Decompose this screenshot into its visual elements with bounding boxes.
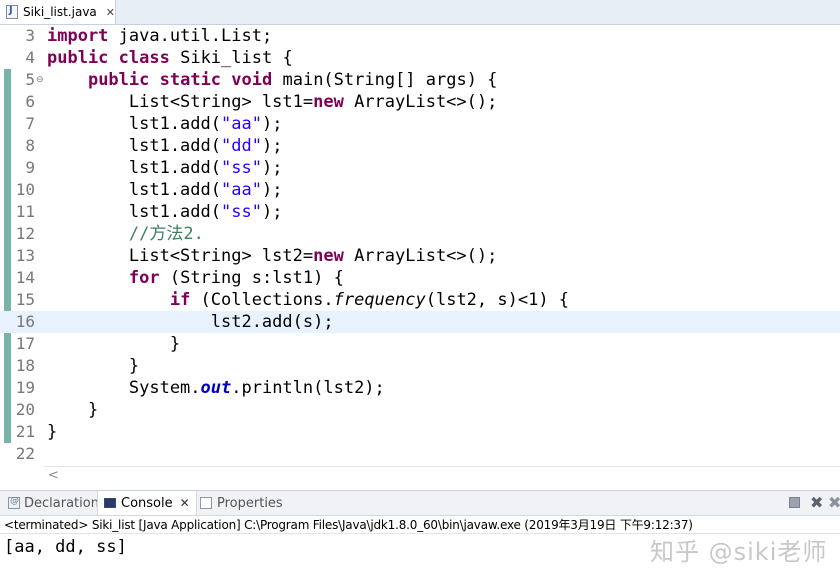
code-text: } — [47, 400, 99, 420]
code-text: List<String> lst1=new ArrayList<>(); — [47, 92, 498, 112]
code-text: List<String> lst2=new ArrayList<>(); — [47, 246, 498, 266]
fold-collapse-icon[interactable]: ⊖ — [36, 69, 44, 91]
editor-tab-label: Siki_list.java — [22, 5, 97, 19]
java-file-icon — [6, 5, 18, 19]
code-line[interactable]: 19 System.out.println(lst2); — [0, 377, 840, 399]
line-number: 11 — [15, 202, 35, 221]
line-number: 3 — [25, 26, 35, 45]
code-text: lst1.add("ss"); — [47, 158, 283, 178]
code-text: } — [47, 334, 181, 354]
tab-properties-label: Properties — [217, 495, 283, 511]
remove-all-terminated-icon[interactable]: ✖ — [828, 493, 840, 512]
line-number: 13 — [15, 246, 35, 265]
line-number: 15 — [15, 290, 35, 309]
console-status: <terminated> Siki_list [Java Application… — [4, 518, 693, 532]
code-text: lst1.add("ss"); — [47, 202, 283, 222]
line-number: 18 — [15, 356, 35, 375]
watermark: 知乎 @siki老师 — [650, 538, 828, 566]
code-line[interactable]: 21} — [0, 421, 840, 443]
tab-declaration-label: Declaration — [24, 495, 99, 511]
tab-declaration[interactable]: Declaration — [4, 491, 103, 515]
line-number: 4 — [25, 48, 35, 67]
scroll-left-arrow-icon[interactable]: < — [48, 468, 59, 483]
code-text: lst1.add("aa"); — [47, 180, 283, 200]
code-line[interactable]: 6 List<String> lst1=new ArrayList<>(); — [0, 91, 840, 113]
code-line[interactable]: 22 — [0, 443, 840, 465]
console-icon — [104, 498, 116, 508]
code-line[interactable]: 3 import java.util.List; — [0, 25, 840, 47]
terminate-icon[interactable] — [789, 497, 800, 508]
code-line[interactable]: 8 lst1.add("dd"); — [0, 135, 840, 157]
code-line[interactable]: 20 } — [0, 399, 840, 421]
remove-launch-icon[interactable]: ✖ — [810, 493, 823, 512]
declaration-icon — [8, 496, 20, 509]
code-text: } — [47, 422, 58, 442]
code-text: public static void main(String[] args) { — [87, 70, 498, 90]
code-text: if (Collections.frequency(lst2, s)<1) { — [169, 290, 570, 310]
console-output[interactable]: [aa, dd, ss] — [4, 536, 127, 558]
code-text: System.out.println(lst2); — [47, 378, 385, 398]
editor-tab-siki-list[interactable]: Siki_list.java ✕ — [0, 0, 116, 24]
line-number: 10 — [15, 180, 35, 199]
code-line[interactable]: 10 lst1.add("aa"); — [0, 179, 840, 201]
console-view-tabs: Declaration Console ✕ Properties ✖ ✖ — [0, 490, 840, 516]
line-number: 14 — [15, 268, 35, 287]
tab-console[interactable]: Console ✕ — [97, 491, 197, 515]
properties-icon — [200, 497, 212, 509]
code-line[interactable]: 5 ⊖ public static void main(String[] args… — [0, 69, 840, 91]
code-line[interactable]: 7 lst1.add("aa"); — [0, 113, 840, 135]
code-text: lst1.add("dd"); — [47, 136, 283, 156]
tab-console-label: Console — [121, 495, 173, 511]
code-line[interactable]: 18 } — [0, 355, 840, 377]
horizontal-scrollbar[interactable]: < — [44, 466, 840, 487]
close-icon[interactable]: ✕ — [106, 6, 115, 19]
line-number: 21 — [15, 422, 35, 441]
line-number: 6 — [25, 92, 35, 111]
code-text: import java.util.List; — [47, 26, 273, 46]
code-line[interactable]: 11 lst1.add("ss"); — [0, 201, 840, 223]
code-text: } — [47, 356, 140, 376]
code-text: public class Siki_list { — [47, 48, 293, 68]
line-number: 5 — [25, 70, 35, 89]
code-line[interactable]: 17 } — [0, 333, 840, 355]
code-line[interactable]: 15 if (Collections.frequency(lst2, s)<1)… — [0, 289, 840, 311]
code-line[interactable]: 14 for (String s:lst1) { — [0, 267, 840, 289]
line-number: 9 — [25, 158, 35, 177]
code-text: lst2.add(s); — [47, 312, 334, 332]
line-number: 8 — [25, 136, 35, 155]
code-line[interactable]: 16 lst2.add(s); — [0, 311, 840, 333]
code-line[interactable]: 12 //方法2. — [0, 223, 840, 245]
tab-properties[interactable]: Properties — [196, 491, 287, 515]
code-line[interactable]: 9 lst1.add("ss"); — [0, 157, 840, 179]
line-number: 16 — [15, 312, 35, 331]
code-text: //方法2. — [128, 224, 204, 244]
editor-tab-bar: Siki_list.java ✕ — [0, 0, 840, 25]
code-editor[interactable]: 3 import java.util.List; 4 public class Sik… — [0, 25, 840, 487]
code-line[interactable]: 4 public class Siki_list { — [0, 47, 840, 69]
line-number: 7 — [25, 114, 35, 133]
line-number: 22 — [15, 444, 35, 463]
code-text: for (String s:lst1) { — [128, 268, 344, 288]
code-text: lst1.add("aa"); — [47, 114, 283, 134]
line-number: 19 — [15, 378, 35, 397]
line-number: 12 — [15, 224, 35, 243]
line-number: 17 — [15, 334, 35, 353]
close-icon[interactable]: ✕ — [180, 496, 190, 510]
code-line[interactable]: 13 List<String> lst2=new ArrayList<>(); — [0, 245, 840, 267]
line-number: 20 — [15, 400, 35, 419]
